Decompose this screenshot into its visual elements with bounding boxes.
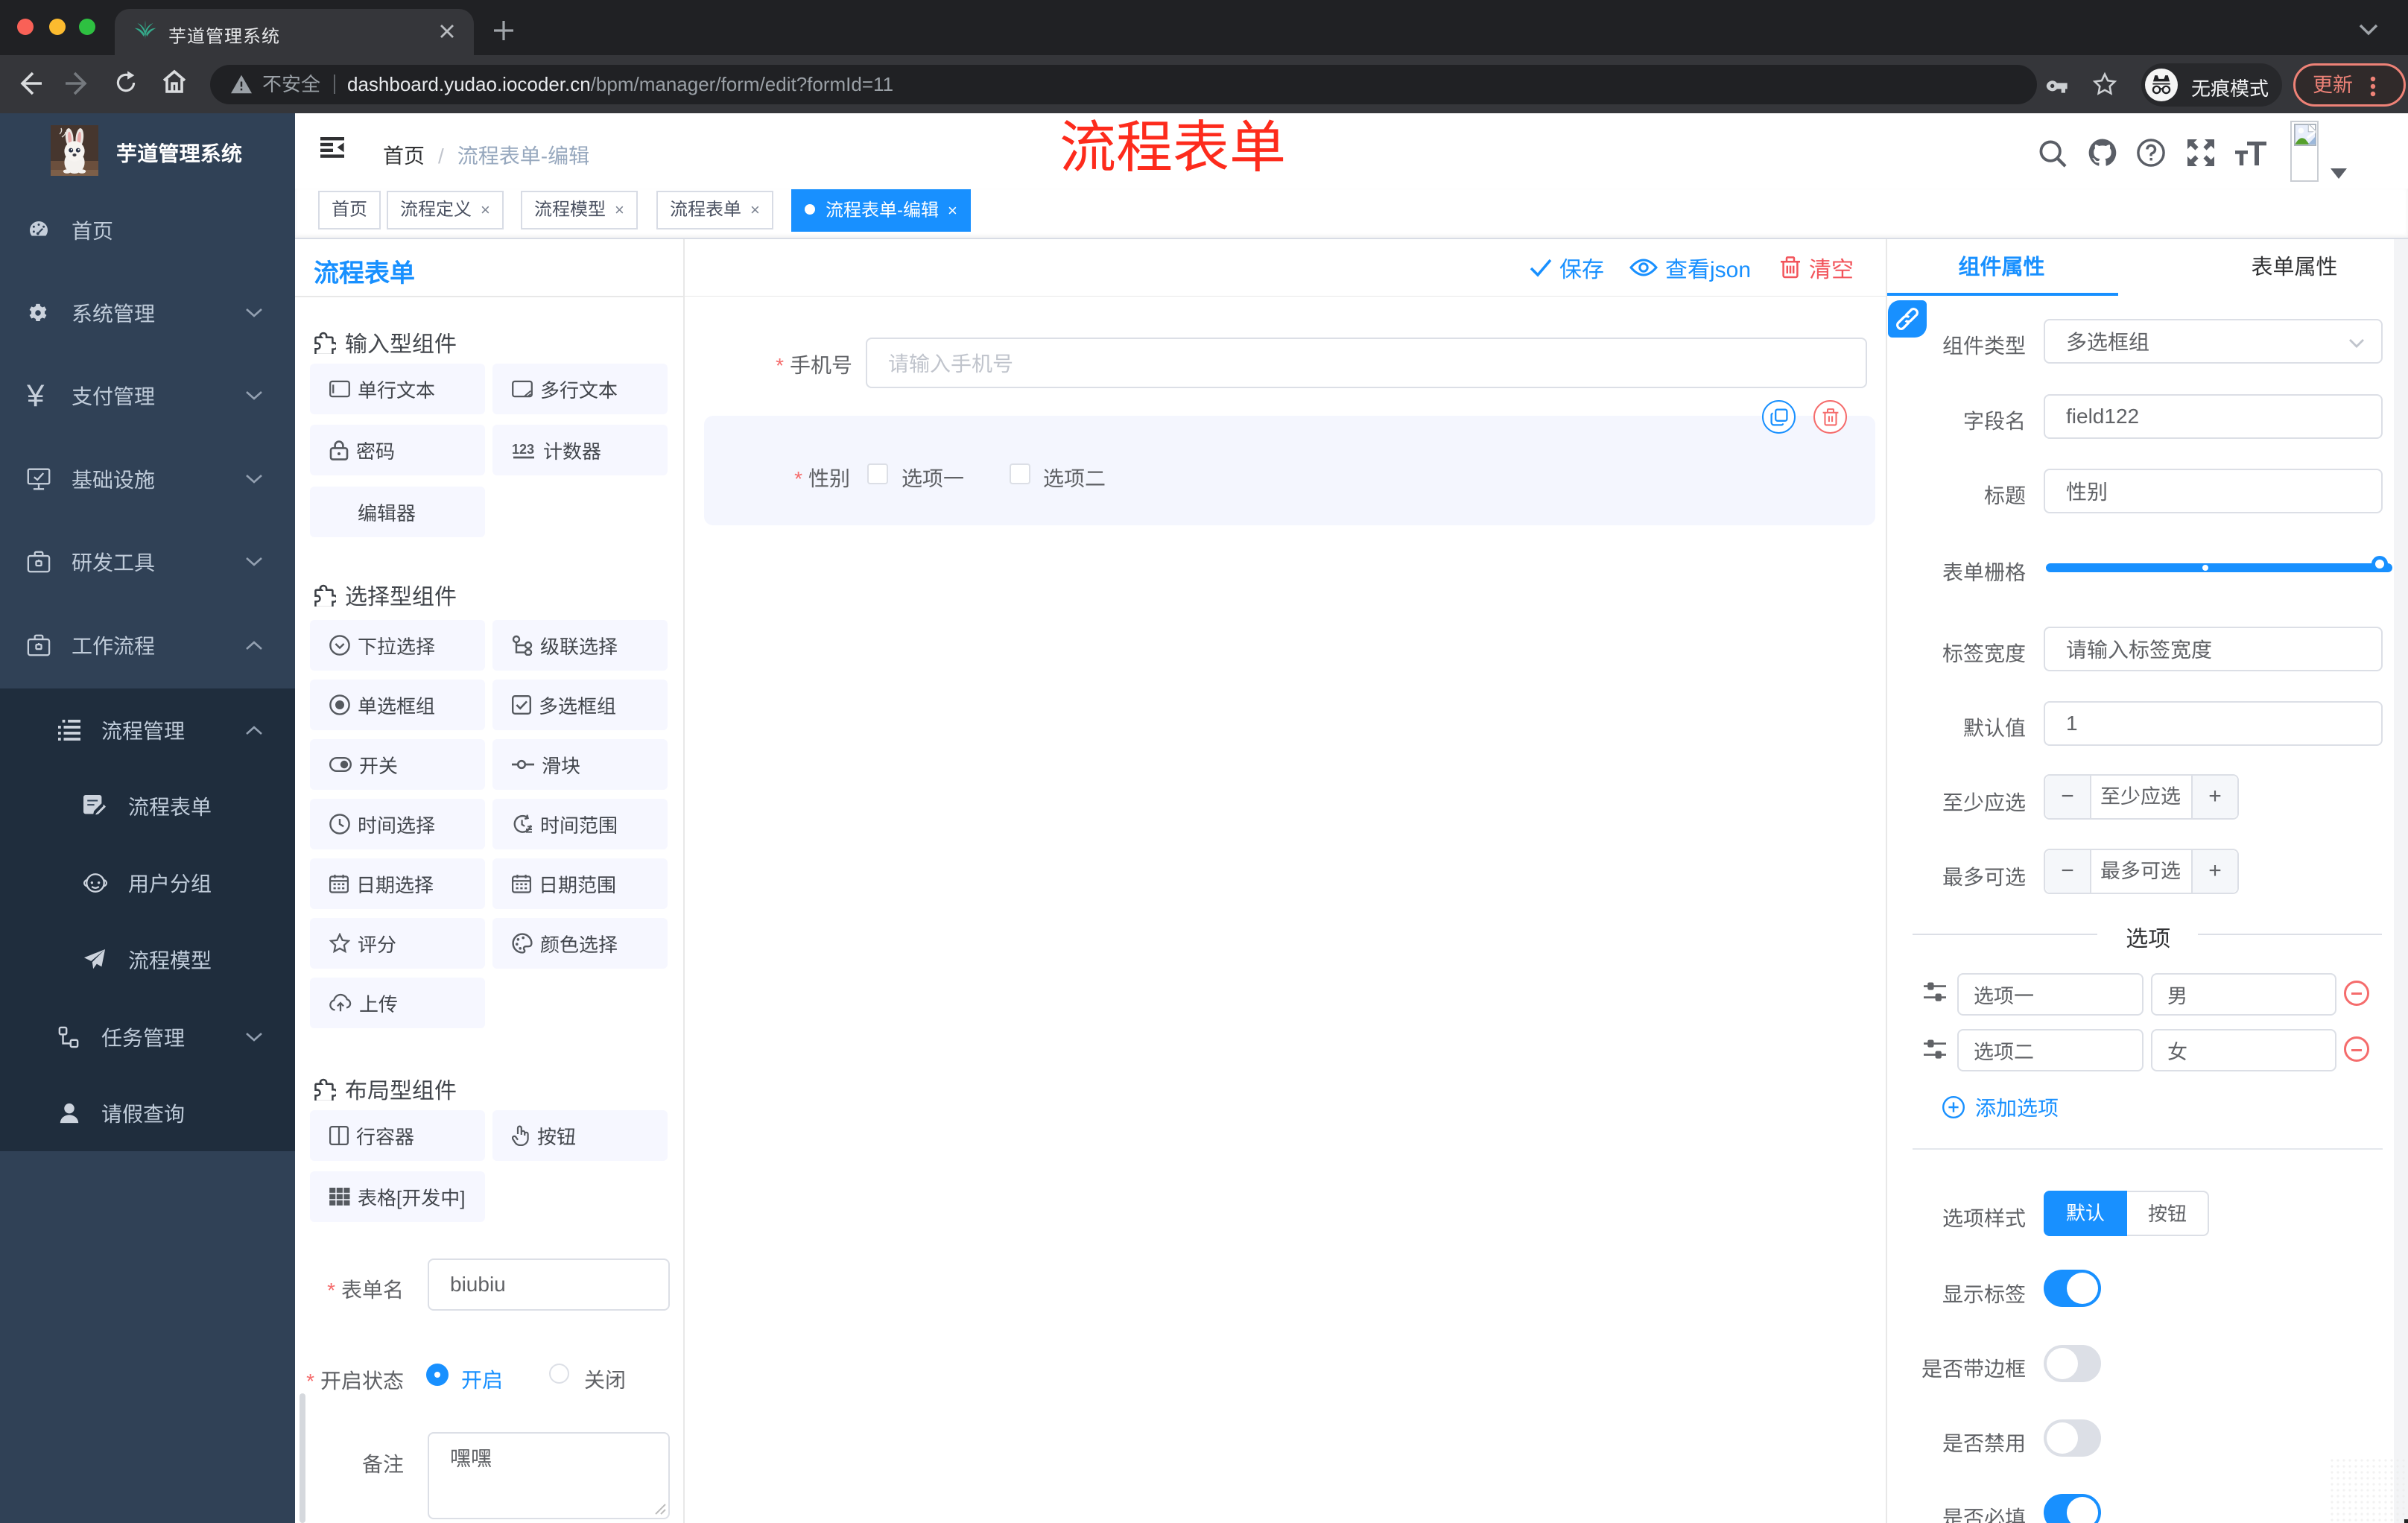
svg-text:123: 123 — [512, 442, 534, 457]
